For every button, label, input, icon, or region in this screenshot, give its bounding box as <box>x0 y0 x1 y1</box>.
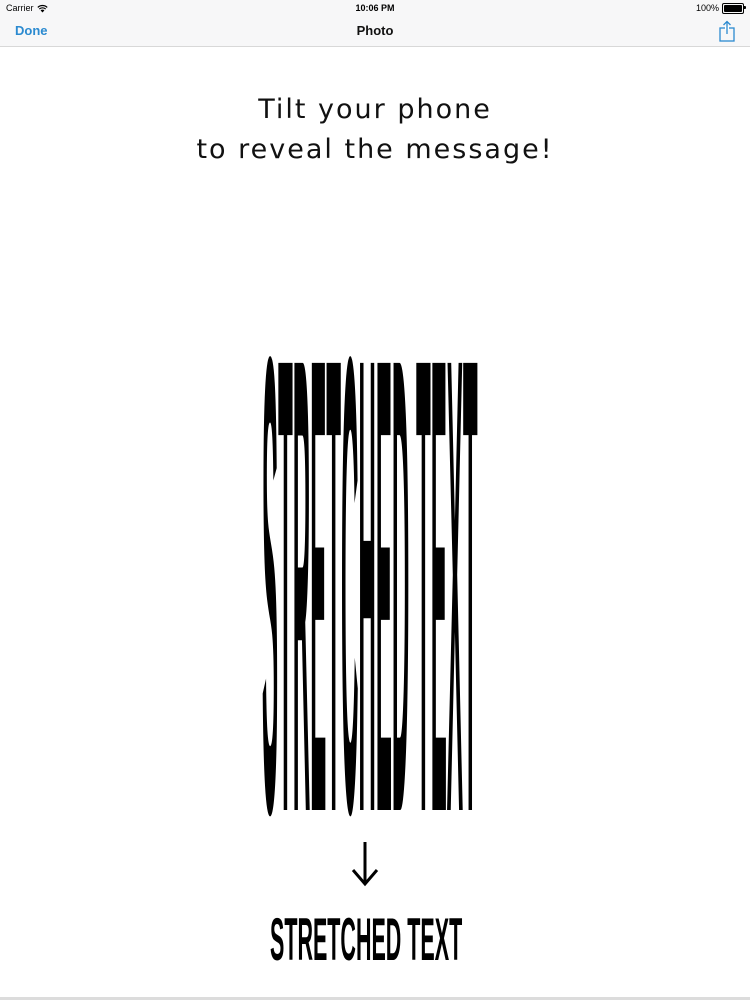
result-text-label: STRETCHED TEXT <box>270 905 462 973</box>
share-icon[interactable] <box>716 20 738 42</box>
stretched-text-image: STRETCHED TEXT <box>262 223 478 948</box>
photo-content: Tilt your phone to reveal the message! S… <box>0 48 750 1000</box>
page-title: Photo <box>356 23 394 38</box>
status-battery-group: 100% <box>695 0 746 16</box>
caption-line-1: Tilt your phone <box>258 94 492 125</box>
status-bar: Carrier 10:06 PM 100% <box>0 0 750 16</box>
navigation-bar: Done Photo <box>0 16 750 47</box>
battery-icon <box>722 2 746 14</box>
arrow-down-icon <box>351 842 379 887</box>
result-text-image: STRETCHED TEXT <box>270 905 462 973</box>
caption-line-2: to reveal the message! <box>196 134 554 165</box>
status-time: 10:06 PM <box>355 3 395 13</box>
photo-caption: Tilt your phone to reveal the message! <box>0 90 750 170</box>
battery-fill <box>724 4 742 12</box>
battery-percent: 100% <box>695 3 719 13</box>
